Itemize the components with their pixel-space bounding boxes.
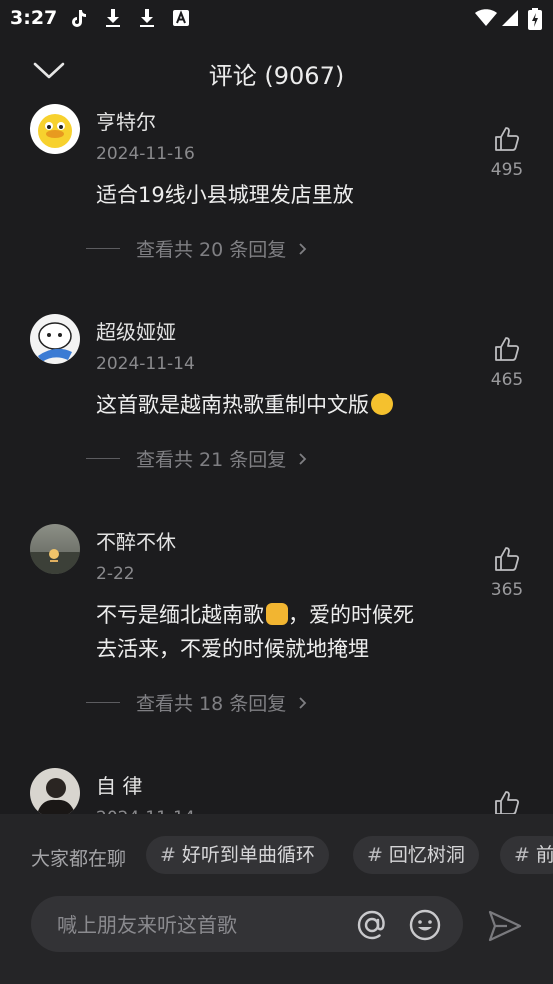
comment-date: 2024-11-14 bbox=[96, 354, 195, 374]
comment-input-box[interactable] bbox=[31, 896, 463, 954]
comment-date: 2024-11-16 bbox=[96, 144, 195, 164]
comment-text-content: 这首歌是越南热歌重制中文版 bbox=[96, 393, 369, 417]
topics-label: 大家都在聊 bbox=[31, 848, 127, 870]
topic-chip[interactable]: # 好听到单曲循环 bbox=[146, 836, 329, 874]
hashtag-icon: # bbox=[514, 844, 530, 866]
comment-date: 2-22 bbox=[96, 564, 135, 584]
comment-text: 适合19线小县城理发店里放 bbox=[96, 183, 354, 207]
avatar[interactable] bbox=[30, 768, 80, 814]
comment-username[interactable]: 自 律 bbox=[96, 770, 142, 799]
thumbs-up-icon bbox=[495, 791, 520, 814]
signal-icon bbox=[502, 10, 518, 26]
emoji-icon[interactable] bbox=[408, 908, 442, 942]
like-count: 465 bbox=[490, 370, 524, 390]
like-button[interactable]: 465 bbox=[488, 336, 526, 390]
topic-chip[interactable]: # 回忆树洞 bbox=[353, 836, 479, 874]
avatar[interactable] bbox=[30, 314, 80, 364]
view-replies-link[interactable]: 查看共 18 条回复 bbox=[86, 689, 310, 716]
like-count: 495 bbox=[490, 160, 524, 180]
wifi-icon bbox=[475, 9, 497, 26]
status-time: 3:27 bbox=[10, 7, 58, 29]
comment-item: 自 律 2024-11-14 bbox=[0, 768, 553, 814]
chevron-right-icon bbox=[299, 452, 307, 465]
thumbs-up-icon bbox=[495, 337, 520, 361]
comment-text-line1b: ，爱的时候死 bbox=[288, 603, 414, 627]
at-icon[interactable] bbox=[355, 908, 389, 942]
topic-chip-label: 回忆树洞 bbox=[388, 844, 465, 866]
battery-icon bbox=[528, 8, 542, 30]
divider bbox=[86, 248, 120, 249]
comment-item: 不醉不休 2-22 不亏是缅北越南歌 ，爱的时候死去活来，不爱的时候就地掩埋 36… bbox=[0, 524, 553, 724]
divider bbox=[86, 458, 120, 459]
send-icon[interactable] bbox=[487, 908, 523, 944]
comment-username[interactable]: 超级娅娅 bbox=[96, 316, 176, 345]
comment-text: 这首歌是越南热歌重制中文版 bbox=[96, 388, 466, 422]
download-icon bbox=[106, 9, 120, 27]
view-replies-label: 查看共 21 条回复 bbox=[136, 449, 287, 471]
thumbs-up-icon bbox=[495, 127, 520, 151]
view-replies-link[interactable]: 查看共 20 条回复 bbox=[86, 235, 310, 262]
view-replies-label: 查看共 18 条回复 bbox=[136, 693, 287, 715]
avatar[interactable] bbox=[30, 524, 80, 574]
hashtag-icon: # bbox=[160, 844, 176, 866]
chevron-right-icon bbox=[299, 696, 307, 709]
download-icon bbox=[140, 9, 154, 27]
topic-chip-label: 好听到单曲循环 bbox=[181, 844, 315, 866]
avatar[interactable] bbox=[30, 104, 80, 154]
bottom-panel: 大家都在聊 # 好听到单曲循环 # 回忆树洞 # 前 bbox=[0, 814, 553, 984]
comment-text: 不亏是缅北越南歌 ，爱的时候死去活来，不爱的时候就地掩埋 bbox=[96, 598, 466, 666]
topics-bar: 大家都在聊 # 好听到单曲循环 # 回忆树洞 # 前 bbox=[0, 836, 553, 874]
comments-header: 评论 (9067) bbox=[0, 48, 553, 96]
comment-input[interactable] bbox=[55, 896, 349, 954]
hashtag-icon: # bbox=[367, 844, 383, 866]
comment-username[interactable]: 不醉不休 bbox=[96, 526, 176, 555]
like-button[interactable] bbox=[488, 790, 526, 814]
chevron-right-icon bbox=[299, 242, 307, 255]
comment-username[interactable]: 亨特尔 bbox=[96, 106, 156, 135]
tiktok-notification-icon bbox=[72, 10, 86, 27]
page-title: 评论 (9067) bbox=[208, 62, 345, 90]
topic-chip-label: 前 bbox=[535, 844, 553, 866]
like-button[interactable]: 365 bbox=[488, 546, 526, 600]
thumbs-up-icon bbox=[495, 547, 520, 571]
comment-text-line1: 不亏是缅北越南歌 bbox=[96, 603, 264, 627]
like-button[interactable]: 495 bbox=[488, 126, 526, 180]
divider bbox=[86, 702, 120, 703]
comment-text-line2: 去活来，不爱的时候就地掩埋 bbox=[96, 637, 369, 661]
comment-item: 亨特尔 2024-11-16 适合19线小县城理发店里放 495 查看共 20 … bbox=[0, 104, 553, 284]
view-replies-link[interactable]: 查看共 21 条回复 bbox=[86, 445, 310, 472]
like-count: 365 bbox=[490, 580, 524, 600]
font-a-icon bbox=[173, 10, 189, 26]
topic-chip[interactable]: # 前 bbox=[500, 836, 553, 874]
clapping-hands-emoji-icon bbox=[266, 603, 288, 625]
comment-item: 超级娅娅 2024-11-14 这首歌是越南热歌重制中文版 465 查看共 21… bbox=[0, 314, 553, 494]
smirk-emoji-icon bbox=[371, 393, 393, 415]
status-bar: 3:27 bbox=[0, 0, 553, 36]
view-replies-label: 查看共 20 条回复 bbox=[136, 239, 287, 261]
